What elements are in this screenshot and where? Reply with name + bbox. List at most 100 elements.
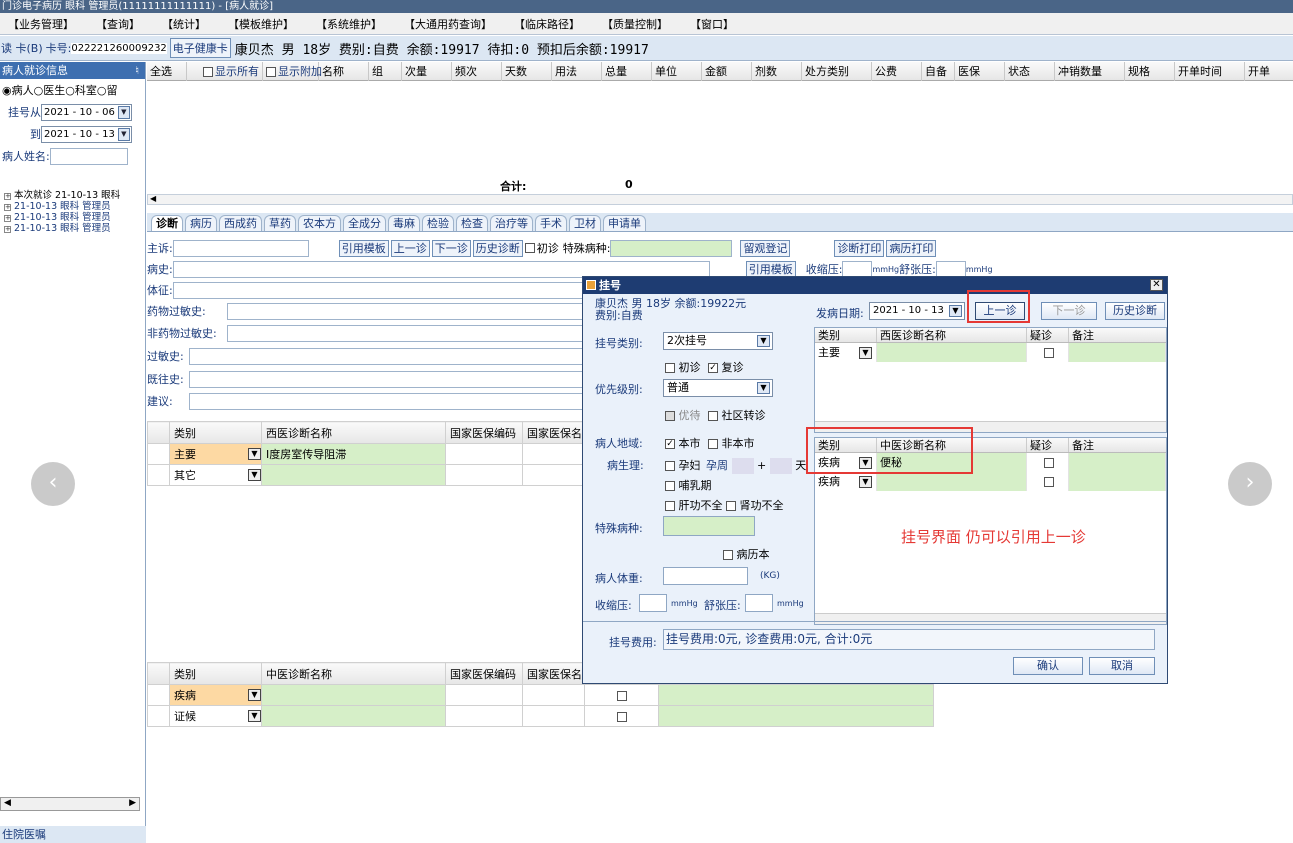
tab-supplies[interactable]: 卫材 <box>569 215 601 231</box>
tree-item-current[interactable]: + 本次就诊 21-10-13 眼科 <box>4 190 120 201</box>
suspect-cell[interactable] <box>584 705 659 727</box>
radio-patient-icon[interactable]: ◉ <box>2 84 12 97</box>
menu-drug-query[interactable]: 【大通用药查询】 <box>404 16 492 32</box>
template-button[interactable]: 引用模板 <box>338 239 389 257</box>
remark-cell[interactable] <box>1069 453 1166 472</box>
template-button-2[interactable]: 引用模板 <box>745 260 796 278</box>
tab-narcotic[interactable]: 毒麻 <box>388 215 420 231</box>
cancel-button[interactable]: 取消 <box>1089 657 1155 675</box>
chevron-down-icon[interactable]: ▼ <box>859 475 872 488</box>
chevron-down-icon[interactable]: ▼ <box>859 346 872 359</box>
chevron-down-icon[interactable]: ▼ <box>248 469 261 481</box>
menu-window[interactable]: 【窗口】 <box>690 16 734 32</box>
reg-from-date[interactable]: 2021 - 10 - 06 ▼ <box>41 103 132 121</box>
col-self[interactable]: 自备 <box>922 61 955 81</box>
table-row[interactable]: 疾病 ▼ <box>147 684 934 706</box>
revisit-checkbox[interactable] <box>708 363 718 373</box>
col-days[interactable]: 天数 <box>502 61 552 81</box>
col-unit[interactable]: 单位 <box>652 61 702 81</box>
scroll-left-icon[interactable]: ◀ <box>150 194 156 203</box>
table-row[interactable]: 疾病 ▼ <box>815 472 1166 491</box>
suspect-checkbox[interactable] <box>1044 348 1054 358</box>
scroll-right-icon[interactable]: ▶ <box>129 798 136 808</box>
code-cell[interactable] <box>445 443 523 465</box>
col-dose[interactable]: 次量 <box>402 61 452 81</box>
radio-doctor-icon[interactable]: ○ <box>34 84 44 97</box>
col-rx-type[interactable]: 处方类别 <box>802 61 872 81</box>
diag-name-cell[interactable] <box>877 343 1027 362</box>
col-insurance[interactable]: 医保 <box>955 61 1005 81</box>
expand-icon[interactable]: + <box>4 226 11 233</box>
col-group[interactable]: 组 <box>369 61 402 81</box>
prev-visit-button[interactable]: 上一诊 <box>390 239 430 257</box>
ins-name-cell[interactable] <box>522 705 585 727</box>
ins-name-cell[interactable] <box>522 684 585 706</box>
history-input[interactable] <box>172 260 710 278</box>
code-cell[interactable] <box>445 684 523 706</box>
menu-query[interactable]: 【查询】 <box>96 16 140 32</box>
radio-patient[interactable]: 病人 <box>12 82 34 98</box>
col-total[interactable]: 总量 <box>602 61 652 81</box>
next-visit-button[interactable]: 下一诊 <box>1041 302 1097 320</box>
community-checkbox[interactable] <box>708 411 718 421</box>
col-freq[interactable]: 频次 <box>452 61 502 81</box>
show-extra-toggle[interactable]: 显示附加 <box>263 61 322 81</box>
bp-sys-input[interactable] <box>639 594 667 612</box>
pin-icon[interactable]: ♮ <box>135 62 139 79</box>
local-checkbox[interactable] <box>665 439 675 449</box>
menu-template[interactable]: 【模板维护】 <box>228 16 294 32</box>
grid-scrollbar[interactable] <box>815 613 1166 624</box>
select-all-checkbox[interactable]: 全选 <box>147 61 187 81</box>
scroll-left-icon[interactable]: ◀ <box>4 798 11 808</box>
pregnant-checkbox[interactable] <box>665 461 675 471</box>
type-combo[interactable]: 主要 ▼ <box>169 443 262 465</box>
chevron-down-icon[interactable]: ▼ <box>757 335 770 347</box>
remark-cell[interactable] <box>658 705 934 727</box>
liver-checkbox[interactable] <box>665 501 675 511</box>
menu-system[interactable]: 【系统维护】 <box>316 16 382 32</box>
menu-stats[interactable]: 【统计】 <box>162 16 206 32</box>
record-print-button[interactable]: 病历打印 <box>886 239 937 257</box>
bp-sys-input[interactable] <box>842 260 873 278</box>
table-row[interactable]: 主要 ▼ <box>815 343 1166 362</box>
remark-cell[interactable] <box>658 684 934 706</box>
history-diag-button[interactable]: 历史诊断 <box>1105 302 1165 320</box>
tab-herbal[interactable]: 草药 <box>264 215 296 231</box>
reg-to-date[interactable]: 2021 - 10 - 13 ▼ <box>41 125 132 143</box>
gestation-day-input[interactable] <box>769 458 792 474</box>
remark-cell[interactable] <box>1069 343 1166 362</box>
checkbox-icon[interactable] <box>266 66 276 77</box>
chevron-down-icon[interactable]: ▼ <box>117 105 130 119</box>
radio-dept-icon[interactable]: ○ <box>65 84 75 97</box>
table-row[interactable]: 主要 ▼ Ⅰ度房室传导阻滞 <box>147 443 585 465</box>
suspect-cell[interactable] <box>1027 472 1069 491</box>
chevron-down-icon[interactable]: ▼ <box>117 127 130 141</box>
col-open[interactable]: 开单 <box>1245 62 1275 81</box>
first-visit-checkbox[interactable] <box>665 363 675 373</box>
read-card-button[interactable]: 读 卡(B) <box>1 40 43 56</box>
col-status[interactable]: 状态 <box>1005 61 1055 81</box>
col-spec[interactable]: 规格 <box>1125 61 1175 81</box>
show-all-toggle[interactable]: 显示所有 <box>187 61 263 81</box>
prescription-scrollbar[interactable]: ◀ <box>147 194 1293 205</box>
tab-lab[interactable]: 检验 <box>422 215 454 231</box>
type-combo[interactable]: 主要 ▼ <box>815 343 877 362</box>
diag-name-cell[interactable] <box>261 464 446 486</box>
chevron-down-icon[interactable]: ▼ <box>949 305 962 317</box>
expand-icon[interactable]: + <box>4 204 11 211</box>
col-reverse[interactable]: 冲销数量 <box>1055 61 1125 81</box>
suspect-cell[interactable] <box>1027 453 1069 472</box>
code-cell[interactable] <box>445 705 523 727</box>
diag-name-cell[interactable] <box>261 684 446 706</box>
diag-name-cell[interactable] <box>877 472 1027 491</box>
tab-western-med[interactable]: 西成药 <box>219 215 262 231</box>
first-visit-checkbox[interactable] <box>524 243 535 253</box>
confirm-button[interactable]: 确认 <box>1013 657 1083 675</box>
suspect-checkbox[interactable] <box>1044 477 1054 487</box>
tab-exam[interactable]: 检查 <box>456 215 488 231</box>
history-diag-button[interactable]: 历史诊断 <box>472 239 523 257</box>
type-combo[interactable]: 其它 ▼ <box>169 464 262 486</box>
record-book-checkbox[interactable] <box>723 550 733 560</box>
suspect-checkbox[interactable] <box>616 690 627 701</box>
type-combo[interactable]: 证候 ▼ <box>169 705 262 727</box>
